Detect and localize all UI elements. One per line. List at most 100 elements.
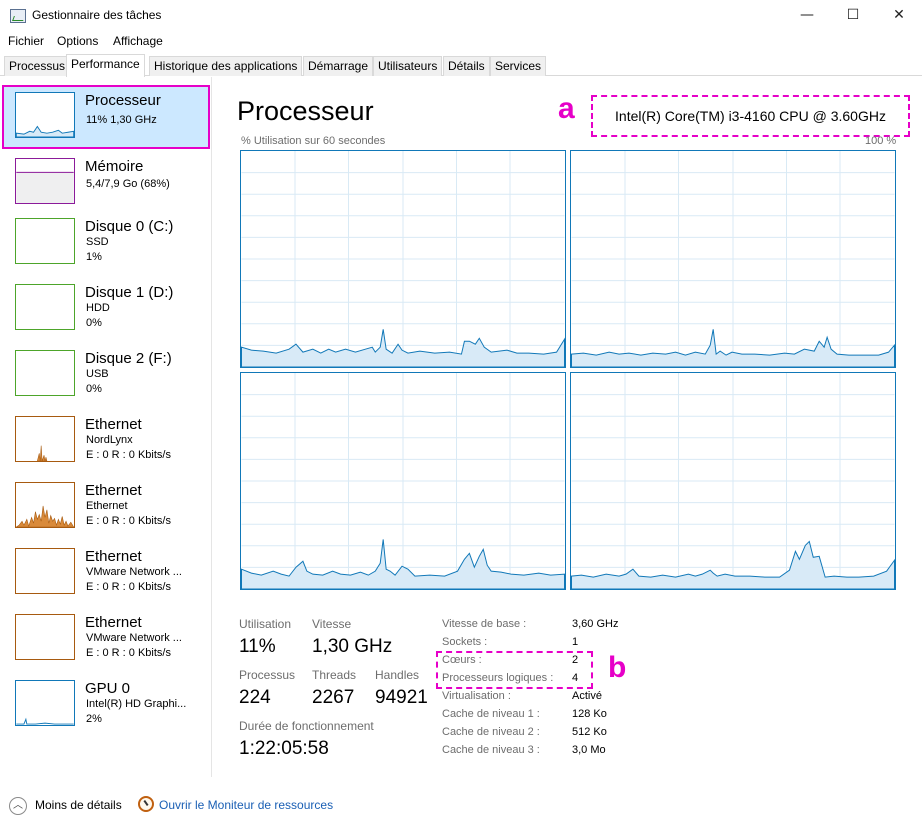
sidebar-item-label: GPU 0 [85, 680, 131, 697]
sidebar-item-label: Ethernet [85, 482, 142, 499]
sidebar-item-detail: E : 0 R : 0 Kbits/s [86, 581, 171, 593]
menu-options[interactable]: Options [57, 34, 98, 48]
annotation-box-b [436, 651, 593, 689]
cpu-model-name: Intel(R) Core(TM) i3-4160 CPU @ 3.60GHz [591, 95, 910, 137]
vitesse-label: Vitesse [312, 617, 352, 631]
sidebar-item-label: Processeur [85, 92, 161, 109]
annotation-b: b [608, 651, 627, 684]
processus-value: 224 [239, 687, 271, 708]
cpu-thumbnail-graph [15, 92, 75, 138]
sidebar-item-detail: 11% 1,30 GHz [86, 114, 157, 126]
graph-max-label: 100 % [865, 135, 897, 147]
tab-demarrage[interactable]: Démarrage [303, 56, 374, 76]
sidebar-item-detail: 5,4/7,9 Go (68%) [86, 178, 170, 190]
annotation-a: a [558, 92, 575, 125]
spec-value: 3,0 Mo [572, 744, 606, 756]
menu-fichier[interactable]: Fichier [8, 34, 44, 48]
sidebar-item-detail: VMware Network ... [86, 566, 182, 578]
handles-value: 94921 [375, 687, 428, 708]
network-thumbnail-graph [15, 416, 75, 462]
sidebar-item-processeur[interactable]: Processeur 11% 1,30 GHz [2, 85, 210, 149]
sidebar-item-detail: Intel(R) HD Graphi... [86, 698, 187, 710]
sidebar-item-detail: 1% [86, 251, 102, 263]
sidebar-item-detail: E : 0 R : 0 Kbits/s [86, 647, 171, 659]
utilisation-label: Utilisation [239, 617, 292, 631]
page-title: Processeur [237, 96, 374, 126]
menu-affichage[interactable]: Affichage [113, 34, 163, 48]
sidebar-item-label: Ethernet [85, 614, 142, 631]
sidebar-item-detail: SSD [86, 236, 109, 248]
task-manager-icon [10, 9, 26, 23]
sidebar-item-ethernet-vmware-2[interactable]: Ethernet VMware Network ... E : 0 R : 0 … [2, 607, 210, 671]
sidebar-item-disque-c[interactable]: Disque 0 (C:) SSD 1% [2, 211, 210, 275]
sidebar-item-gpu[interactable]: GPU 0 Intel(R) HD Graphi... 2% [2, 673, 210, 737]
sidebar-item-ethernet-nordlynx[interactable]: Ethernet NordLynx E : 0 R : 0 Kbits/s [2, 409, 210, 473]
window-title: Gestionnaire des tâches [32, 8, 162, 22]
resource-sidebar: Processeur 11% 1,30 GHz Mémoire 5,4/7,9 … [0, 77, 212, 777]
menu-bar: Fichier Options Affichage [0, 32, 922, 50]
sidebar-item-detail: 0% [86, 317, 102, 329]
less-details-button[interactable]: Moins de détails [35, 798, 122, 812]
sidebar-item-detail: E : 0 R : 0 Kbits/s [86, 515, 171, 527]
uptime-label: Durée de fonctionnement [239, 719, 374, 733]
threads-value: 2267 [312, 687, 355, 708]
minimize-button[interactable]: — [784, 0, 830, 30]
spec-value: Activé [572, 690, 602, 702]
spec-label: Sockets : [442, 636, 488, 648]
sidebar-item-ethernet[interactable]: Ethernet Ethernet E : 0 R : 0 Kbits/s [2, 475, 210, 539]
network-thumbnail-graph [15, 614, 75, 660]
sidebar-item-label: Ethernet [85, 548, 142, 565]
sidebar-item-memoire[interactable]: Mémoire 5,4/7,9 Go (68%) [2, 151, 210, 215]
spec-label: Virtualisation : [442, 690, 511, 702]
sidebar-item-disque-f[interactable]: Disque 2 (F:) USB 0% [2, 343, 210, 407]
sidebar-item-detail: Ethernet [86, 500, 128, 512]
memory-thumbnail-graph [15, 158, 75, 204]
sidebar-item-label: Disque 1 (D:) [85, 284, 174, 301]
tab-processus[interactable]: Processus [4, 56, 71, 76]
tab-strip: Processus Performance Historique des app… [0, 54, 922, 77]
tab-details[interactable]: Détails [443, 56, 490, 76]
sidebar-item-label: Mémoire [85, 158, 144, 175]
processus-label: Processus [239, 668, 296, 682]
chevron-up-icon[interactable]: ︿ [9, 797, 27, 815]
close-button[interactable]: ✕ [876, 0, 922, 30]
handles-label: Handles [375, 668, 420, 682]
resource-monitor-icon [138, 796, 154, 812]
spec-label: Vitesse de base : [442, 618, 527, 630]
sidebar-item-label: Disque 2 (F:) [85, 350, 172, 367]
uptime-value: 1:22:05:58 [239, 738, 329, 759]
sidebar-item-label: Ethernet [85, 416, 142, 433]
spec-label: Cache de niveau 3 : [442, 744, 540, 756]
spec-value: 128 Ko [572, 708, 607, 720]
sidebar-item-disque-d[interactable]: Disque 1 (D:) HDD 0% [2, 277, 210, 341]
tab-services[interactable]: Services [490, 56, 547, 76]
disk-thumbnail-graph [15, 218, 75, 264]
graph-caption: % Utilisation sur 60 secondes [241, 135, 386, 147]
sidebar-item-detail: NordLynx [86, 434, 133, 446]
logical-cpu-graph-0 [240, 150, 566, 368]
spec-value: 3,60 GHz [572, 618, 619, 630]
maximize-button[interactable]: ☐ [830, 0, 876, 30]
logical-cpu-graph-1 [570, 150, 896, 368]
open-resource-monitor-link[interactable]: Ouvrir le Moniteur de ressources [159, 798, 333, 812]
sidebar-item-detail: E : 0 R : 0 Kbits/s [86, 449, 171, 461]
utilisation-value: 11% [239, 636, 276, 657]
tab-utilisateurs[interactable]: Utilisateurs [373, 56, 443, 76]
spec-label: Cache de niveau 2 : [442, 726, 540, 738]
sidebar-item-detail: 0% [86, 383, 102, 395]
vitesse-value: 1,30 GHz [312, 636, 393, 657]
spec-value: 1 [572, 636, 579, 648]
spec-label: Cache de niveau 1 : [442, 708, 540, 720]
footer-bar: ︿ Moins de détails Ouvrir le Moniteur de… [0, 790, 922, 830]
sidebar-item-detail: HDD [86, 302, 110, 314]
threads-label: Threads [312, 668, 357, 682]
disk-thumbnail-graph [15, 284, 75, 330]
tab-performance[interactable]: Performance [66, 54, 145, 77]
sidebar-item-detail: USB [86, 368, 109, 380]
tab-historique[interactable]: Historique des applications [149, 56, 303, 76]
sidebar-item-ethernet-vmware-1[interactable]: Ethernet VMware Network ... E : 0 R : 0 … [2, 541, 210, 605]
network-thumbnail-graph [15, 548, 75, 594]
network-thumbnail-graph [15, 482, 75, 528]
sidebar-item-detail: VMware Network ... [86, 632, 182, 644]
disk-thumbnail-graph [15, 350, 75, 396]
